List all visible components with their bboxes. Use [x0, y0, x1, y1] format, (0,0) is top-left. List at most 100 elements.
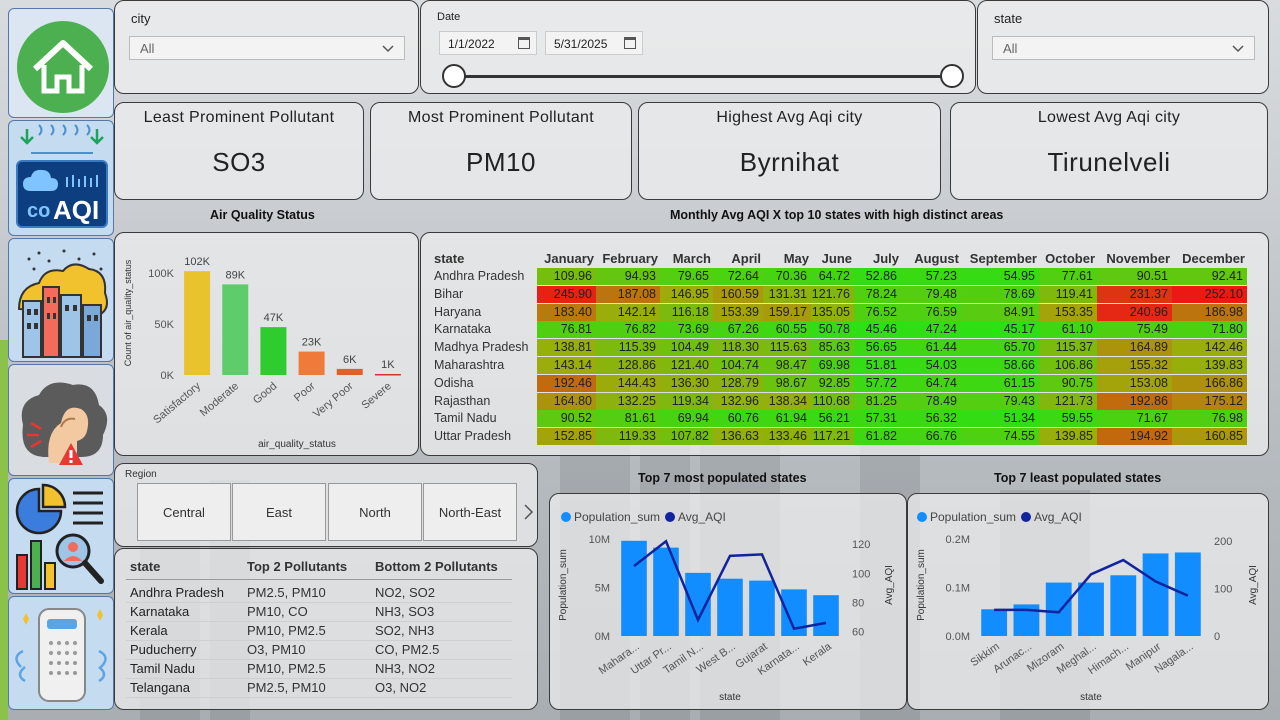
matrix-cell: 110.68	[811, 392, 854, 410]
state-dropdown-value: All	[1003, 41, 1018, 56]
y-tick-label: 100K	[148, 268, 174, 280]
matrix-cell: 76.59	[901, 303, 961, 321]
nav-aqi-button[interactable]: co AQI	[8, 120, 114, 236]
legend-marker	[665, 512, 675, 522]
most-populated-combo-chart[interactable]: Population_sum Avg_AQI 0M 5M 10M 60 80 100 120 Po…	[550, 494, 906, 709]
most-populated-title: Top 7 most populated states	[638, 471, 807, 485]
region-tile-central[interactable]: Central	[137, 483, 231, 541]
matrix-cell: 98.67	[763, 374, 811, 392]
matrix-cell: 115.39	[596, 339, 660, 357]
y-tick-label: 0K	[161, 370, 175, 382]
table-row-divider	[126, 640, 512, 641]
chevron-right-icon[interactable]	[523, 503, 535, 521]
nav-analysis-button[interactable]	[8, 478, 114, 594]
date-range-track[interactable]	[454, 75, 952, 78]
legend-marker	[561, 512, 571, 522]
matrix-cell: 78.69	[961, 285, 1039, 303]
matrix-cell: 133.46	[763, 428, 811, 446]
state-slicer-label: state	[994, 11, 1023, 26]
least-populated-title: Top 7 least populated states	[994, 471, 1162, 485]
kpi-label: Lowest Avg Aqi city	[1037, 109, 1181, 126]
matrix-cell: 166.86	[1172, 374, 1247, 392]
table-cell: Karnataka	[130, 604, 190, 619]
matrix-cell: 77.61	[1039, 268, 1097, 285]
nav-health-button[interactable]	[8, 364, 114, 476]
matrix-state-label: Haryana	[434, 304, 482, 319]
matrix-month-header: January	[544, 251, 594, 266]
region-slicer-label: Region	[125, 469, 157, 480]
matrix-cell: 84.91	[961, 303, 1039, 321]
y2-tick-label: 60	[852, 627, 864, 639]
matrix-month-header: December	[1182, 251, 1245, 266]
end-date-input[interactable]: 5/31/2025	[545, 31, 643, 55]
matrix-cell: 139.83	[1172, 357, 1247, 374]
matrix-month-header: August	[914, 251, 959, 266]
matrix-cell: 192.46	[537, 374, 596, 392]
matrix-cell: 119.41	[1039, 285, 1097, 303]
matrix-cell: 155.32	[1097, 357, 1172, 374]
state-slicer-panel: state All	[977, 0, 1269, 94]
matrix-cell: 61.15	[961, 374, 1039, 392]
matrix-cell: 61.44	[901, 339, 961, 357]
sidebar-nav: co AQI	[8, 8, 114, 710]
region-tile-east[interactable]: East	[232, 483, 326, 541]
bar	[374, 373, 401, 376]
chevron-down-icon	[382, 45, 394, 53]
bar	[222, 284, 249, 375]
matrix-state-label: Bihar	[434, 286, 464, 301]
matrix-cell: 76.82	[596, 321, 660, 339]
matrix-state-label: Tamil Nadu	[434, 411, 497, 426]
matrix-cell: 72.64	[713, 268, 763, 285]
region-tile-north-east[interactable]: North-East	[423, 483, 517, 541]
city-dropdown[interactable]: All	[129, 36, 405, 60]
matrix-month-header: June	[821, 251, 852, 266]
matrix-state-label: Madhya Pradesh	[434, 340, 529, 355]
matrix-cell: 135.05	[811, 303, 854, 321]
matrix-cell: 71.67	[1097, 410, 1172, 428]
matrix-cell: 119.33	[596, 428, 660, 446]
table-cell: Andhra Pradesh	[130, 585, 224, 600]
bar	[1110, 575, 1137, 636]
matrix-cell: 90.52	[537, 410, 596, 428]
least-populated-combo-chart[interactable]: Population_sum Avg_AQI 0.0M 0.1M 0.2M 0 100 200…	[908, 494, 1268, 709]
y-tick-label: 10M	[589, 534, 610, 546]
matrix-cell: 64.74	[901, 374, 961, 392]
matrix-cell: 121.76	[811, 285, 854, 303]
nav-purifier-button[interactable]	[8, 596, 114, 710]
matrix-state-label: Karnataka	[434, 322, 491, 337]
nav-home-button[interactable]	[8, 8, 114, 118]
matrix-cell: 142.14	[596, 303, 660, 321]
matrix-cell: 143.14	[537, 357, 596, 374]
nav-pollution-city-button[interactable]	[8, 238, 114, 362]
x-tick-label: Severe	[359, 380, 393, 412]
region-tile-north[interactable]: North	[328, 483, 422, 541]
y-tick-label: 50K	[154, 319, 174, 331]
state-dropdown[interactable]: All	[992, 36, 1255, 60]
kpi-label: Most Prominent Pollutant	[408, 109, 594, 126]
matrix-cell: 51.34	[961, 410, 1039, 428]
matrix-cell: 76.98	[1172, 410, 1247, 428]
air-quality-bar-chart[interactable]: 0K 50K 100K Count of air_quality_status 102K…	[115, 233, 417, 455]
matrix-cell: 159.17	[763, 303, 811, 321]
matrix-cell: 245.90	[537, 285, 596, 303]
matrix-cell: 115.37	[1039, 339, 1097, 357]
legend-label: Avg_AQI	[678, 510, 726, 524]
date-range-end-handle[interactable]	[940, 64, 964, 88]
matrix-cell: 57.23	[901, 268, 961, 285]
chevron-down-icon	[1232, 45, 1244, 53]
x-tick-label: Kerala	[801, 640, 835, 669]
matrix-cell: 136.63	[713, 428, 763, 446]
matrix-cell: 92.85	[811, 374, 854, 392]
bar	[1045, 582, 1072, 636]
city-slicer-label: city	[131, 11, 151, 26]
date-range-start-handle[interactable]	[442, 64, 466, 88]
svg-text:co: co	[27, 200, 50, 222]
matrix-state-label: Rajasthan	[434, 393, 491, 408]
matrix-cell: 45.46	[854, 321, 901, 339]
start-date-input[interactable]: 1/1/2022	[439, 31, 537, 55]
matrix-cell: 121.73	[1039, 392, 1097, 410]
svg-text:AQI: AQI	[53, 195, 99, 225]
bar	[621, 540, 647, 636]
matrix-cell: 79.65	[660, 268, 713, 285]
table-row-divider	[126, 678, 512, 679]
